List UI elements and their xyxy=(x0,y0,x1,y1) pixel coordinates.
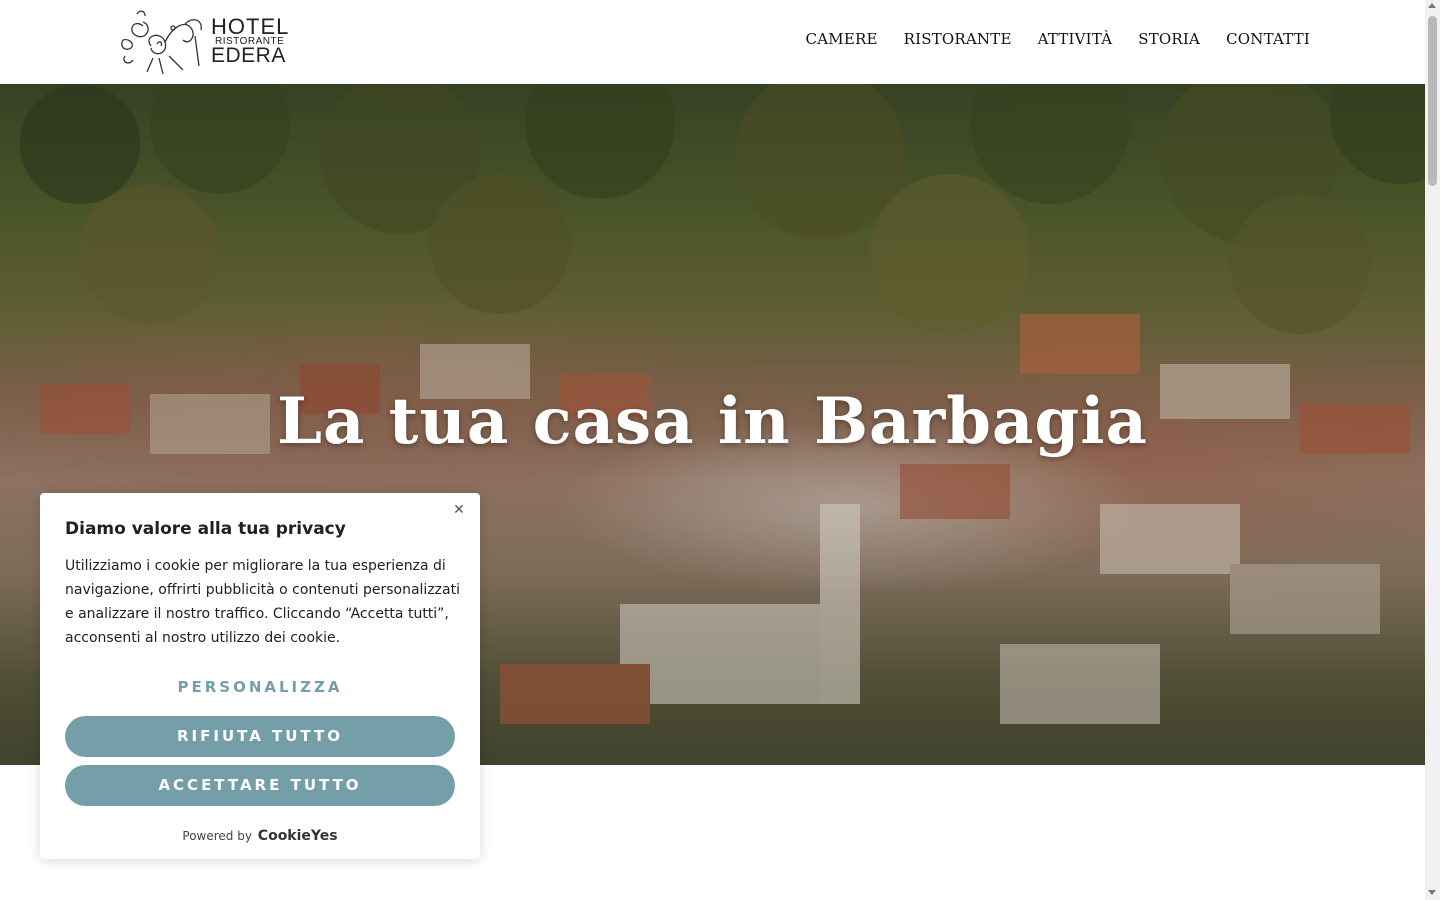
page-scrollbar[interactable] xyxy=(1425,0,1440,900)
nav-storia[interactable]: STORIA xyxy=(1138,30,1200,48)
hotel-logo[interactable]: HOTEL RISTORANTE EDERA xyxy=(113,6,298,78)
main-nav: CAMERE RISTORANTE ATTIVITÀ STORIA CONTAT… xyxy=(806,30,1310,48)
site-header: HOTEL RISTORANTE EDERA CAMERE RISTORANTE… xyxy=(0,0,1425,84)
cookie-description: Utilizziamo i cookie per migliorare la t… xyxy=(65,558,460,646)
nav-camere[interactable]: CAMERE xyxy=(806,30,878,48)
cookieyes-logo[interactable]: CookieYes xyxy=(258,828,338,844)
nav-contatti[interactable]: CONTATTI xyxy=(1226,30,1310,48)
close-icon[interactable]: ✕ xyxy=(452,503,466,517)
hero-title: La tua casa in Barbagia xyxy=(277,384,1148,459)
scroll-down-arrow-icon[interactable] xyxy=(1428,890,1436,895)
cookie-title: Diamo valore alla tua privacy xyxy=(65,519,346,539)
logo-edera-text: EDERA xyxy=(211,44,286,67)
nav-ristorante[interactable]: RISTORANTE xyxy=(904,30,1012,48)
customize-button[interactable]: PERSONALIZZA xyxy=(65,675,455,699)
nav-attivita[interactable]: ATTIVITÀ xyxy=(1038,30,1113,48)
scroll-up-arrow-icon[interactable] xyxy=(1428,3,1436,8)
peacock-logo-icon xyxy=(121,10,202,75)
powered-by-label: Powered by xyxy=(182,829,252,843)
accept-all-button[interactable]: ACCETTARE TUTTO xyxy=(65,765,455,806)
cookie-consent-banner: ✕ Diamo valore alla tua privacy Utilizzi… xyxy=(40,493,480,859)
reject-all-button[interactable]: RIFIUTA TUTTO xyxy=(65,716,455,757)
scroll-thumb[interactable] xyxy=(1428,16,1437,186)
powered-by: Powered by CookieYes xyxy=(40,828,480,844)
